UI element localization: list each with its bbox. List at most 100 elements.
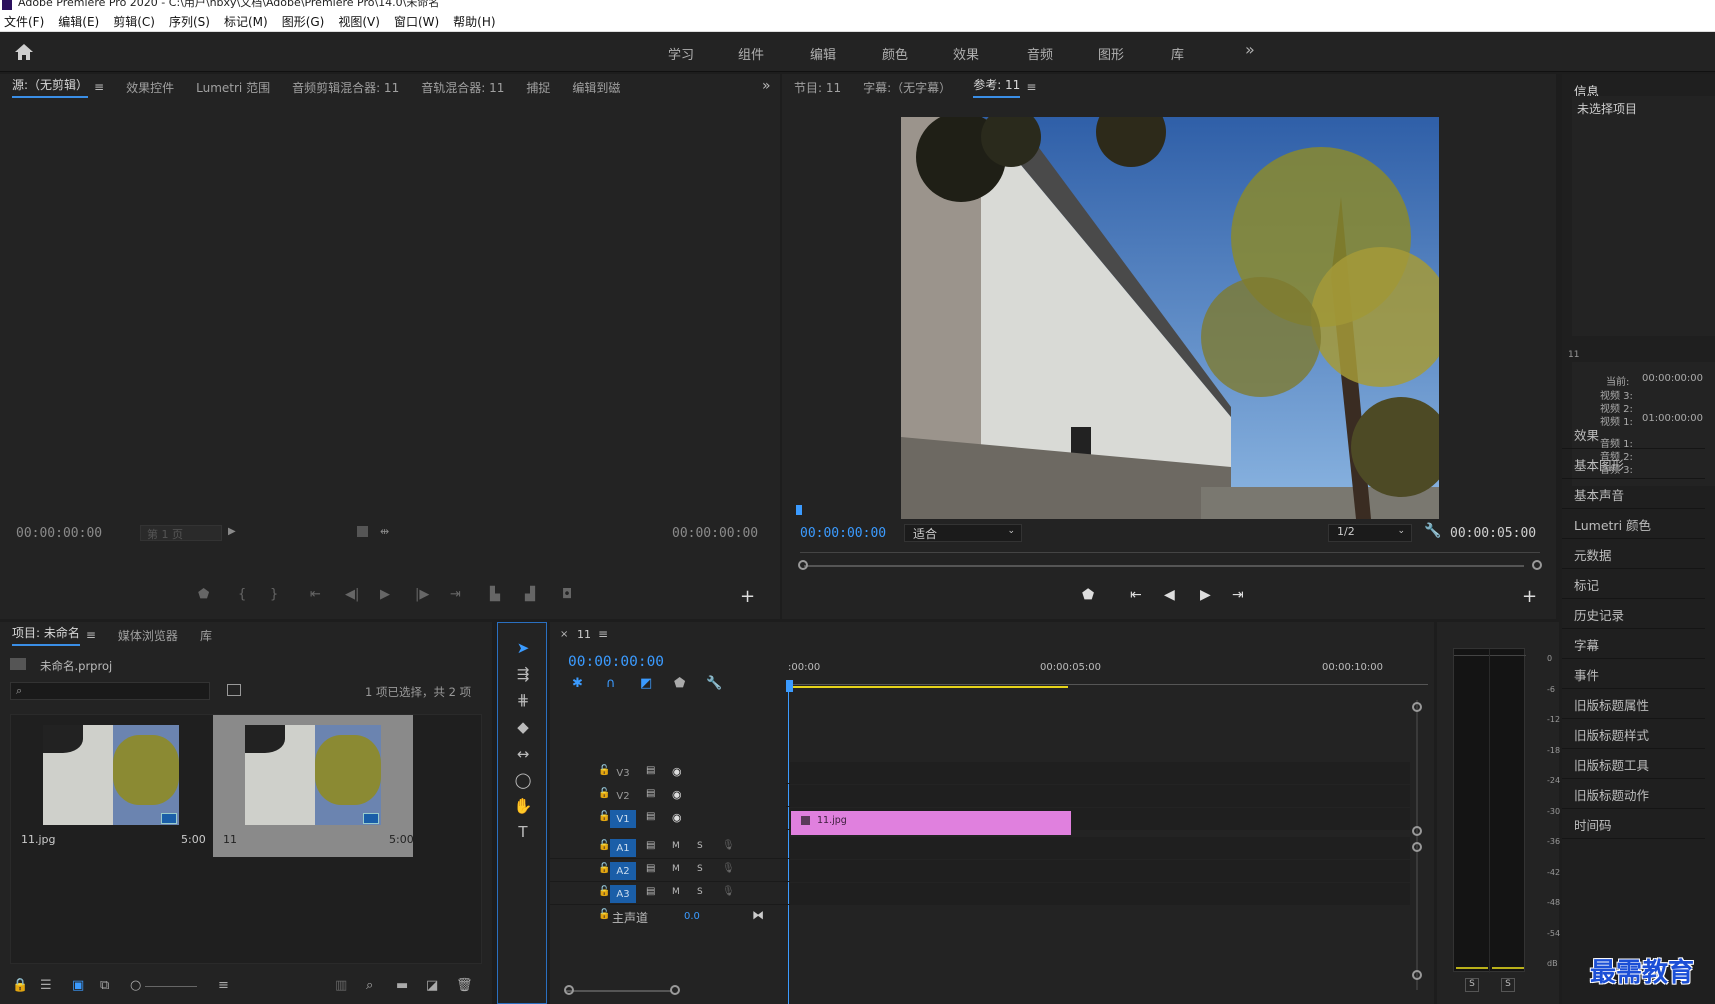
panel-tab[interactable]: 捕捉	[526, 79, 550, 96]
add-marker-icon[interactable]: ⬟	[198, 587, 209, 602]
zoom-handle-right[interactable]	[1532, 560, 1542, 570]
mic-icon[interactable]: 🎙	[722, 840, 735, 851]
scroll-handle[interactable]	[1412, 702, 1422, 712]
panel-list-item[interactable]: 事件	[1562, 661, 1705, 689]
insert-clip-icon[interactable]: ▙	[490, 587, 500, 602]
ripple-edit-tool-icon[interactable]: ⋕	[513, 691, 533, 711]
go-to-end-icon[interactable]: ⧓	[752, 908, 764, 922]
menu-item[interactable]: 帮助(H)	[453, 13, 495, 30]
go-to-out-icon[interactable]: ⇥	[450, 587, 461, 602]
workspace-tab[interactable]: 库	[1171, 44, 1184, 63]
panel-tab[interactable]: 编辑到磁	[572, 79, 620, 96]
more-workspaces-icon[interactable]: »	[1245, 40, 1255, 59]
panel-tab[interactable]: 项目: 未命名	[12, 624, 80, 646]
mute-button[interactable]: M	[672, 864, 680, 874]
panel-list-item[interactable]: 旧版标题样式	[1562, 721, 1705, 749]
track-lock-icon[interactable]: 🔓	[598, 765, 610, 776]
zoom-slider-handle[interactable]: ○	[130, 978, 141, 993]
menu-item[interactable]: 视图(V)	[338, 13, 380, 30]
menu-item[interactable]: 序列(S)	[169, 13, 210, 30]
workspace-tab[interactable]: 学习	[668, 44, 694, 63]
go-to-in-icon[interactable]: ⇤	[1130, 587, 1142, 603]
program-preview-image[interactable]	[901, 117, 1439, 519]
track-target[interactable]: A2	[610, 862, 636, 880]
mic-icon[interactable]: 🎙	[722, 886, 735, 897]
track-output-icon[interactable]: ▤	[646, 886, 655, 897]
solo-left-button[interactable]: S	[1465, 978, 1479, 992]
panel-tab[interactable]: 媒体浏览器	[118, 627, 178, 644]
mic-icon[interactable]: 🎙	[722, 863, 735, 874]
sort-icon[interactable]: ≡	[218, 978, 229, 993]
panel-tab[interactable]: 库	[200, 627, 212, 644]
slip-tool-icon[interactable]: ↔	[513, 745, 533, 765]
panel-list-item[interactable]: 标记	[1562, 571, 1705, 599]
track-output-icon[interactable]: ▤	[646, 811, 655, 822]
insert-icon[interactable]: ⇹	[380, 525, 389, 538]
track-target[interactable]: V2	[610, 787, 636, 805]
list-view-icon[interactable]: ☰	[40, 978, 52, 993]
add-button-icon[interactable]: +	[1522, 586, 1537, 607]
overwrite-clip-icon[interactable]: ▟	[525, 587, 535, 602]
icon-view-icon[interactable]: ▣	[72, 978, 84, 993]
panel-tab[interactable]: 效果控件	[126, 79, 174, 96]
workspace-tab[interactable]: 音频	[1027, 44, 1053, 63]
panel-tab[interactable]: 字幕:（无字幕）	[863, 79, 951, 96]
panel-tab[interactable]: 音轨混合器: 11	[421, 79, 504, 96]
menu-item[interactable]: 文件(F)	[4, 13, 44, 30]
track-target[interactable]: V1	[610, 810, 636, 828]
panel-menu-icon[interactable]: ≡	[94, 80, 104, 94]
track-lane[interactable]	[790, 883, 1410, 905]
track-output-icon[interactable]: ▤	[646, 765, 655, 776]
safe-margins-icon[interactable]	[357, 526, 368, 537]
go-to-out-icon[interactable]: ⇥	[1232, 587, 1244, 603]
new-bin-search-icon[interactable]	[227, 684, 241, 696]
project-item[interactable]: 11.jpg 5:00	[11, 715, 206, 857]
horizontal-scrollbar[interactable]	[566, 990, 672, 992]
automate-icon[interactable]: ▥	[335, 978, 347, 993]
panel-tab[interactable]: 参考: 11	[973, 76, 1021, 98]
scroll-handle[interactable]	[1412, 842, 1422, 852]
workspace-tab[interactable]: 编辑	[810, 44, 836, 63]
play-icon[interactable]: ▶	[1200, 587, 1211, 603]
panel-overflow-icon[interactable]: »	[762, 78, 771, 94]
add-marker-icon[interactable]: ⬟	[1082, 587, 1094, 603]
resolution-select[interactable]: 1/2 ⌄	[1328, 524, 1412, 542]
go-to-in-icon[interactable]: ⇤	[310, 587, 321, 602]
track-lock-icon[interactable]: 🔓	[598, 811, 610, 822]
program-zoom-bar[interactable]	[804, 565, 1524, 567]
panel-list-item[interactable]: 字幕	[1562, 631, 1705, 659]
play-triangle-icon[interactable]: ▶	[228, 526, 236, 537]
track-lock-icon[interactable]: 🔓	[598, 840, 610, 851]
track-output-icon[interactable]: ▤	[646, 788, 655, 799]
freeform-view-icon[interactable]: ⧉	[100, 978, 109, 993]
panel-tab[interactable]: 音频剪辑混合器: 11	[292, 79, 399, 96]
solo-right-button[interactable]: S	[1501, 978, 1515, 992]
razor-tool-icon[interactable]: ◆	[513, 718, 533, 738]
panel-list-item[interactable]: 元数据	[1562, 541, 1705, 569]
panel-tab[interactable]: 源:（无剪辑）	[12, 76, 89, 98]
track-target[interactable]: A1	[610, 839, 636, 857]
wrench-icon[interactable]: 🔧	[1424, 523, 1441, 539]
panel-list-item[interactable]: 历史记录	[1562, 601, 1705, 629]
panel-list-item[interactable]: 基本图形	[1562, 451, 1705, 479]
workspace-tab[interactable]: 组件	[738, 44, 764, 63]
find-icon[interactable]: ⌕	[366, 978, 373, 993]
workspace-tab[interactable]: 颜色	[882, 44, 908, 63]
eye-icon[interactable]: ◉	[672, 811, 682, 824]
add-button-icon[interactable]: +	[740, 586, 755, 607]
workspace-tab[interactable]: 图形	[1098, 44, 1124, 63]
program-ruler[interactable]	[800, 550, 1540, 562]
track-lane[interactable]	[790, 762, 1410, 784]
track-output-icon[interactable]: ▤	[646, 840, 655, 851]
track-lane[interactable]	[790, 785, 1410, 807]
panel-list-item[interactable]: 旧版标题动作	[1562, 781, 1705, 809]
track-lane[interactable]	[790, 860, 1410, 882]
track-select-tool-icon[interactable]: ⇶	[513, 665, 533, 685]
fit-select[interactable]: 适合 ⌄	[904, 524, 1022, 542]
scroll-handle[interactable]	[1412, 970, 1422, 980]
new-bin-icon[interactable]: ▬	[396, 978, 408, 993]
step-forward-icon[interactable]: |▶	[415, 587, 429, 602]
program-playhead[interactable]	[796, 505, 802, 515]
panel-menu-icon[interactable]: ≡	[1026, 80, 1036, 94]
track-lane[interactable]	[790, 837, 1410, 859]
